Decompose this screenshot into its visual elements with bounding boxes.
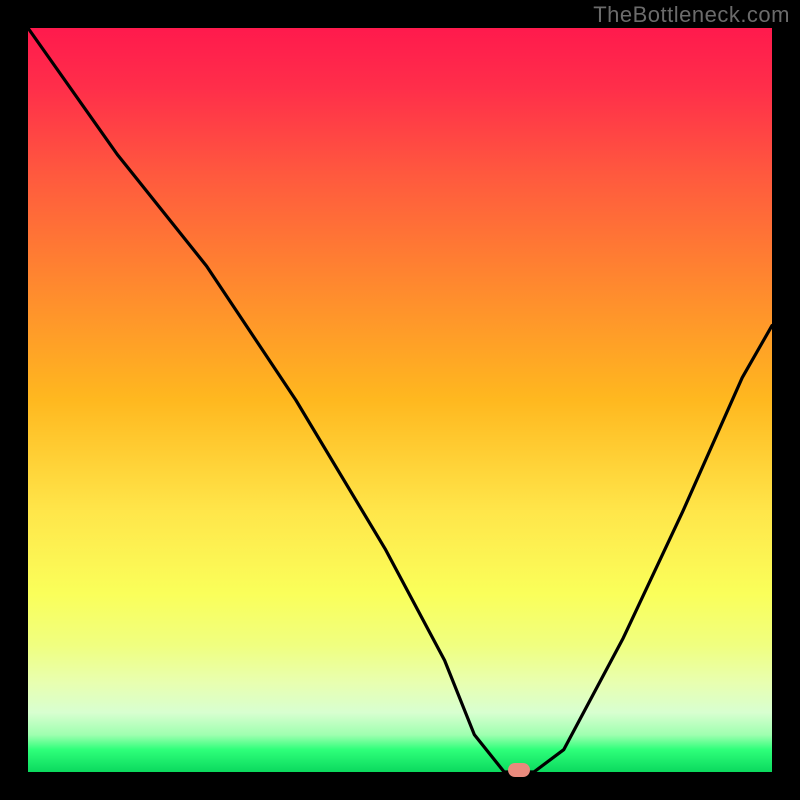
plot-area bbox=[28, 28, 772, 772]
curve-svg bbox=[28, 28, 772, 772]
optimal-marker bbox=[508, 763, 530, 777]
bottleneck-curve bbox=[28, 28, 772, 772]
watermark-text: TheBottleneck.com bbox=[593, 2, 790, 28]
chart-frame: TheBottleneck.com bbox=[0, 0, 800, 800]
